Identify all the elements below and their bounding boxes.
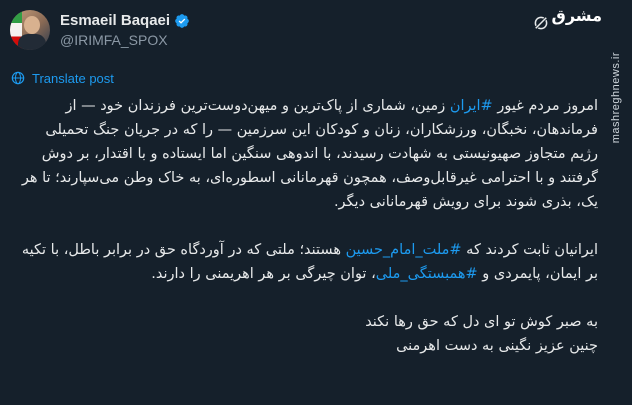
poem-line-1: به صبر کوش تو ای دل که حق رها نکند xyxy=(365,314,598,330)
watermark: mashreghnews.ir xyxy=(610,52,622,144)
mashregh-logo: مشرق xyxy=(551,6,602,25)
grok-icon[interactable] xyxy=(532,14,550,32)
translate-post-label[interactable]: Translate post xyxy=(32,71,114,86)
hashtag-national-solidarity[interactable]: #همبستگی_ملی xyxy=(376,266,478,282)
paragraph1-text-end: زمین، شماری از پاک‌ترین و میهن‌دوست‌ترین… xyxy=(21,98,598,210)
avatar-head xyxy=(24,16,40,34)
paragraph1-text-start: امروز مردم غیور xyxy=(492,98,598,114)
post-paragraph-1: امروز مردم غیور #ایران زمین، شماری از پا… xyxy=(18,94,598,214)
post-paragraph-2: ایرانیان ثابت کردند که #ملت_امام_حسین هس… xyxy=(18,238,598,286)
translate-post-link[interactable]: Translate post xyxy=(10,70,114,86)
paragraph2-text-1: ایرانیان ثابت کردند که xyxy=(461,242,598,258)
avatar-body xyxy=(18,34,46,50)
verified-badge-icon xyxy=(175,13,189,28)
post-poem: به صبر کوش تو ای دل که حق رها نکند چنین ع… xyxy=(18,310,598,358)
poem-line-2: چنین عزیز نگینی به دست اهرمنی xyxy=(396,338,598,354)
globe-icon xyxy=(11,71,25,85)
author-display-name-row[interactable]: Esmaeil Baqaei xyxy=(60,12,190,29)
author-display-name[interactable]: Esmaeil Baqaei xyxy=(60,12,170,29)
avatar[interactable] xyxy=(10,10,50,50)
author-info: Esmaeil Baqaei @IRIMFA_SPOX xyxy=(60,12,190,48)
post-header: Esmaeil Baqaei @IRIMFA_SPOX xyxy=(10,10,572,60)
author-handle[interactable]: @IRIMFA_SPOX xyxy=(60,32,190,48)
hashtag-nation-of-imam-hussein[interactable]: #ملت_امام_حسین xyxy=(346,242,462,258)
hashtag-iran[interactable]: #ایران xyxy=(450,98,493,114)
post-text: امروز مردم غیور #ایران زمین، شماری از پا… xyxy=(18,94,598,358)
paragraph2-text-3: ، توان چیرگی بر هر اهریمنی را دارند. xyxy=(151,266,376,282)
